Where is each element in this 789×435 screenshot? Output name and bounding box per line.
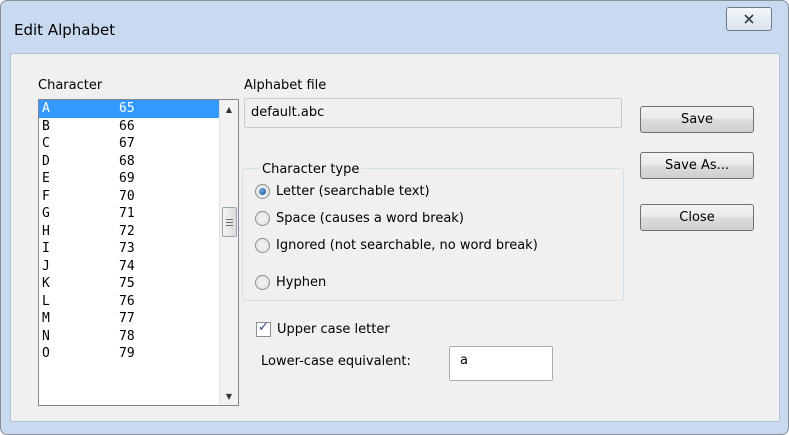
- list-item-char: O: [42, 346, 50, 361]
- list-item[interactable]: L 76: [39, 293, 219, 311]
- list-item[interactable]: J 74: [39, 258, 219, 276]
- list-item-code: 69: [119, 171, 135, 186]
- scroll-down-icon[interactable]: ▼: [220, 387, 238, 405]
- character-type-label: Character type: [259, 162, 363, 177]
- list-item-code: 72: [119, 223, 135, 239]
- alphabet-file-field: default.abc: [244, 98, 622, 128]
- window-title: Edit Alphabet: [14, 21, 116, 39]
- list-item-char: M: [42, 311, 50, 326]
- radio-hyphen[interactable]: Hyphen: [255, 275, 326, 290]
- radio-hyphen-label: Hyphen: [276, 275, 327, 290]
- list-item-char: G: [42, 206, 50, 221]
- radio-space-label: Space (causes a word break): [276, 211, 464, 226]
- list-item-code: 75: [119, 276, 135, 291]
- list-item[interactable]: G 71: [39, 205, 219, 223]
- radio-ignored-label: Ignored (not searchable, no word break): [276, 238, 538, 253]
- list-item-char: N: [42, 328, 50, 344]
- grip-icon: [226, 218, 233, 226]
- alphabet-file-label: Alphabet file: [244, 78, 327, 93]
- list-item-char: E: [42, 171, 50, 186]
- list-item-char: H: [42, 223, 50, 239]
- radio-space[interactable]: Space (causes a word break): [255, 211, 464, 226]
- lower-case-input[interactable]: a: [449, 346, 553, 381]
- list-item-code: 66: [119, 118, 135, 134]
- list-item[interactable]: H 72: [39, 223, 219, 241]
- list-item-char: L: [42, 293, 50, 309]
- upper-case-label: Upper case letter: [277, 322, 390, 337]
- save-button[interactable]: Save: [640, 106, 754, 133]
- radio-button-icon[interactable]: [255, 275, 270, 290]
- list-item-char: F: [42, 188, 50, 204]
- dialog-window: Edit Alphabet Character A 65 B 66 C 67 D 68 E 69 F…: [0, 0, 789, 435]
- character-list: A 65 B 66 C 67 D 68 E 69 F 70 G 71 H 72 I 73 J 74 K 75 L 76 M 77 N…: [39, 100, 219, 363]
- radio-button-icon[interactable]: [255, 211, 270, 226]
- list-item-char: B: [42, 118, 50, 134]
- character-listbox[interactable]: A 65 B 66 C 67 D 68 E 69 F 70 G 71 H 72 I 73 J 74 K 75 L 76 M 77 N…: [38, 99, 239, 406]
- list-item[interactable]: B 66: [39, 118, 219, 136]
- radio-letter-label: Letter (searchable text): [276, 184, 430, 199]
- list-item-code: 68: [119, 153, 135, 169]
- list-item-code: 70: [119, 188, 135, 204]
- upper-case-checkbox[interactable]: ✓: [256, 320, 271, 337]
- list-item-code: 76: [119, 293, 135, 309]
- list-item-char: D: [42, 153, 50, 169]
- list-item-char: K: [42, 276, 50, 291]
- list-item[interactable]: A 65: [39, 100, 219, 118]
- radio-letter[interactable]: Letter (searchable text): [255, 184, 430, 199]
- list-item[interactable]: C 67: [39, 135, 219, 153]
- list-item[interactable]: O 79: [39, 345, 219, 363]
- list-item[interactable]: E 69: [39, 170, 219, 188]
- title-bar[interactable]: Edit Alphabet: [1, 1, 788, 39]
- list-item-code: 74: [119, 258, 135, 274]
- close-icon: [744, 14, 754, 24]
- list-item-code: 73: [119, 241, 135, 256]
- window-close-button[interactable]: [726, 7, 772, 31]
- character-label: Character: [38, 78, 103, 93]
- character-list-scrollbar[interactable]: ▲ ▼: [219, 100, 238, 405]
- scroll-up-icon[interactable]: ▲: [220, 100, 238, 118]
- close-button[interactable]: Close: [640, 204, 754, 231]
- list-item[interactable]: D 68: [39, 153, 219, 171]
- list-item[interactable]: I 73: [39, 240, 219, 258]
- list-item[interactable]: K 75: [39, 275, 219, 293]
- list-item-code: 79: [119, 346, 135, 361]
- list-item-char: I: [42, 241, 50, 256]
- save-as-button[interactable]: Save As...: [640, 152, 754, 179]
- list-item-char: A: [42, 101, 50, 116]
- scroll-thumb[interactable]: [222, 207, 237, 237]
- list-item-char: C: [42, 136, 50, 151]
- radio-ignored[interactable]: Ignored (not searchable, no word break): [255, 238, 538, 253]
- lower-case-label: Lower-case equivalent:: [261, 354, 411, 369]
- radio-button-icon[interactable]: [255, 238, 270, 253]
- list-item[interactable]: F 70: [39, 188, 219, 206]
- checkmark-icon: ✓: [258, 320, 269, 335]
- list-item[interactable]: M 77: [39, 310, 219, 328]
- radio-button-icon[interactable]: [255, 184, 270, 199]
- list-item-char: J: [42, 258, 50, 274]
- list-item-code: 71: [119, 206, 135, 221]
- upper-case-checkbox-row[interactable]: ✓ Upper case letter: [256, 320, 390, 337]
- list-item[interactable]: N 78: [39, 328, 219, 346]
- list-item-code: 65: [119, 101, 135, 116]
- list-item-code: 77: [119, 311, 135, 326]
- list-item-code: 78: [119, 328, 135, 344]
- list-item-code: 67: [119, 136, 135, 151]
- dialog-client-area: Character A 65 B 66 C 67 D 68 E 69 F 70 G 71 H 72 I 73 J 74…: [10, 53, 780, 422]
